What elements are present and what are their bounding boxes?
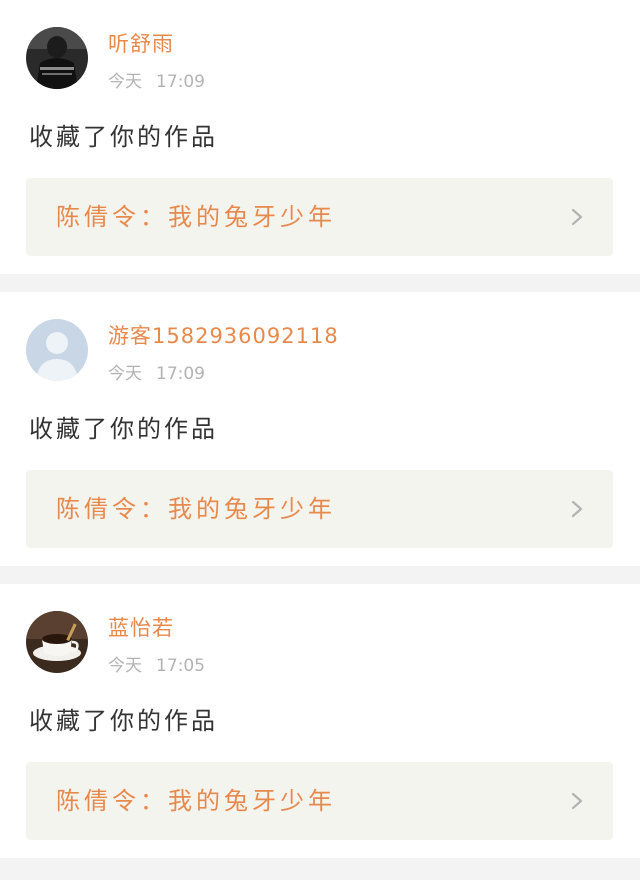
action-text: 收藏了你的作品 [29, 415, 218, 443]
username[interactable]: 游客1582936092118 [108, 322, 339, 350]
timestamp: 今天 17:09 [108, 362, 205, 386]
action-text: 收藏了你的作品 [29, 123, 218, 151]
username[interactable]: 蓝怡若 [108, 614, 174, 642]
timestamp-day: 今天 [108, 364, 142, 384]
timestamp-time: 17:09 [156, 72, 205, 92]
work-title: 陈倩令：我的兔牙少年 [56, 203, 336, 231]
notification-feed: 听舒雨 今天 17:09 收藏了你的作品 陈倩令：我的兔牙少年 游客1582936… [0, 0, 640, 880]
timestamp-day: 今天 [108, 656, 142, 676]
notification-card: 游客1582936092118 今天 17:09 收藏了你的作品 陈倩令：我的兔牙… [0, 292, 640, 566]
dark-person-photo-icon [26, 27, 88, 89]
work-title: 陈倩令：我的兔牙少年 [56, 495, 336, 523]
chevron-right-icon [567, 499, 587, 519]
chevron-right-icon [567, 207, 587, 227]
default-user-icon [26, 319, 88, 381]
timestamp-time: 17:05 [156, 656, 205, 676]
username[interactable]: 听舒雨 [108, 30, 174, 58]
avatar[interactable] [26, 27, 88, 89]
chevron-right-icon [567, 791, 587, 811]
timestamp: 今天 17:09 [108, 70, 205, 94]
work-link[interactable]: 陈倩令：我的兔牙少年 [26, 470, 613, 548]
action-text: 收藏了你的作品 [29, 707, 218, 735]
work-link[interactable]: 陈倩令：我的兔牙少年 [26, 178, 613, 256]
coffee-cup-icon [26, 611, 88, 673]
work-title: 陈倩令：我的兔牙少年 [56, 787, 336, 815]
avatar[interactable] [26, 319, 88, 381]
avatar[interactable] [26, 611, 88, 673]
timestamp-time: 17:09 [156, 364, 205, 384]
work-link[interactable]: 陈倩令：我的兔牙少年 [26, 762, 613, 840]
timestamp-day: 今天 [108, 72, 142, 92]
timestamp: 今天 17:05 [108, 654, 205, 678]
notification-card: 听舒雨 今天 17:09 收藏了你的作品 陈倩令：我的兔牙少年 [0, 0, 640, 274]
notification-card: 蓝怡若 今天 17:05 收藏了你的作品 陈倩令：我的兔牙少年 [0, 584, 640, 858]
